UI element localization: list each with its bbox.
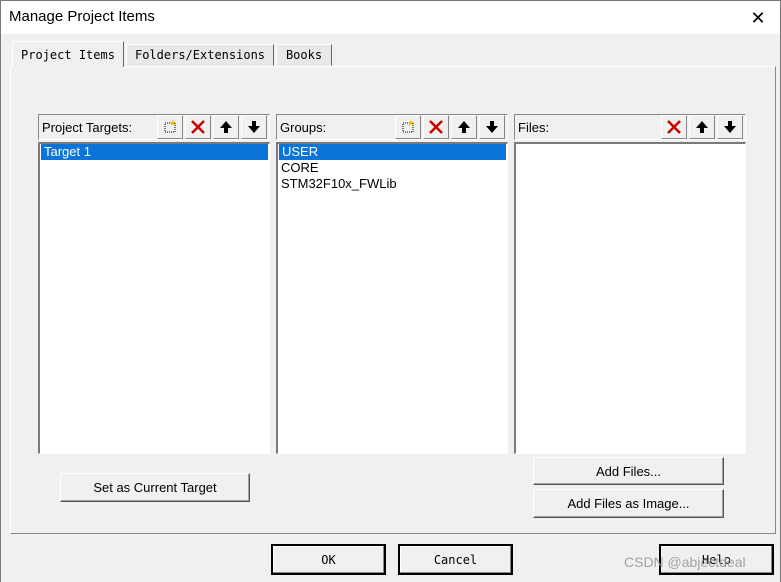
move-up-icon [220, 121, 232, 133]
cancel-button[interactable]: Cancel [398, 544, 513, 575]
move-up-icon [458, 121, 470, 133]
window-border-left [0, 34, 1, 582]
list-item[interactable]: Target 1 [41, 144, 268, 160]
delete-group-button[interactable] [423, 115, 449, 139]
list-item[interactable]: USER [279, 144, 506, 160]
groups-list[interactable]: USER CORE STM32F10x_FWLib [276, 142, 508, 454]
project-targets-label: Project Targets: [42, 119, 133, 135]
move-file-down-button[interactable] [717, 115, 743, 139]
tab-books[interactable]: Books [276, 44, 332, 66]
list-item[interactable]: STM32F10x_FWLib [278, 176, 507, 192]
add-files-button[interactable]: Add Files... [533, 457, 724, 485]
set-current-target-button[interactable]: Set as Current Target [60, 473, 250, 502]
move-down-icon [248, 121, 260, 133]
project-targets-list[interactable]: Target 1 [38, 142, 270, 454]
groups-header: Groups: [276, 114, 508, 140]
list-item[interactable]: CORE [278, 160, 507, 176]
new-group-button[interactable] [395, 115, 421, 139]
project-targets-header: Project Targets: [38, 114, 270, 140]
move-file-up-button[interactable] [689, 115, 715, 139]
tab-project-items[interactable]: Project Items [12, 41, 124, 67]
move-target-down-button[interactable] [241, 115, 267, 139]
delete-icon [429, 120, 443, 134]
close-icon: ✕ [750, 7, 766, 28]
delete-target-button[interactable] [185, 115, 211, 139]
move-target-up-button[interactable] [213, 115, 239, 139]
delete-file-button[interactable] [661, 115, 687, 139]
tab-folders-extensions[interactable]: Folders/Extensions [126, 44, 274, 66]
ok-button[interactable]: OK [271, 544, 386, 575]
move-down-icon [724, 121, 736, 133]
window-title: Manage Project Items [9, 8, 155, 25]
delete-icon [667, 120, 681, 134]
move-group-down-button[interactable] [479, 115, 505, 139]
add-files-as-image-button[interactable]: Add Files as Image... [533, 489, 724, 518]
files-list[interactable] [514, 142, 746, 454]
move-down-icon [486, 121, 498, 133]
title-bar: Manage Project Items ✕ [0, 0, 781, 34]
delete-icon [191, 120, 205, 134]
files-header: Files: [514, 114, 746, 140]
watermark: CSDN @abjectdeal [624, 554, 746, 570]
close-button[interactable]: ✕ [736, 1, 780, 35]
groups-label: Groups: [280, 119, 327, 135]
new-icon [164, 120, 176, 133]
new-target-button[interactable] [157, 115, 183, 139]
move-group-up-button[interactable] [451, 115, 477, 139]
files-label: Files: [518, 119, 550, 135]
new-icon [402, 120, 414, 133]
move-up-icon [696, 121, 708, 133]
